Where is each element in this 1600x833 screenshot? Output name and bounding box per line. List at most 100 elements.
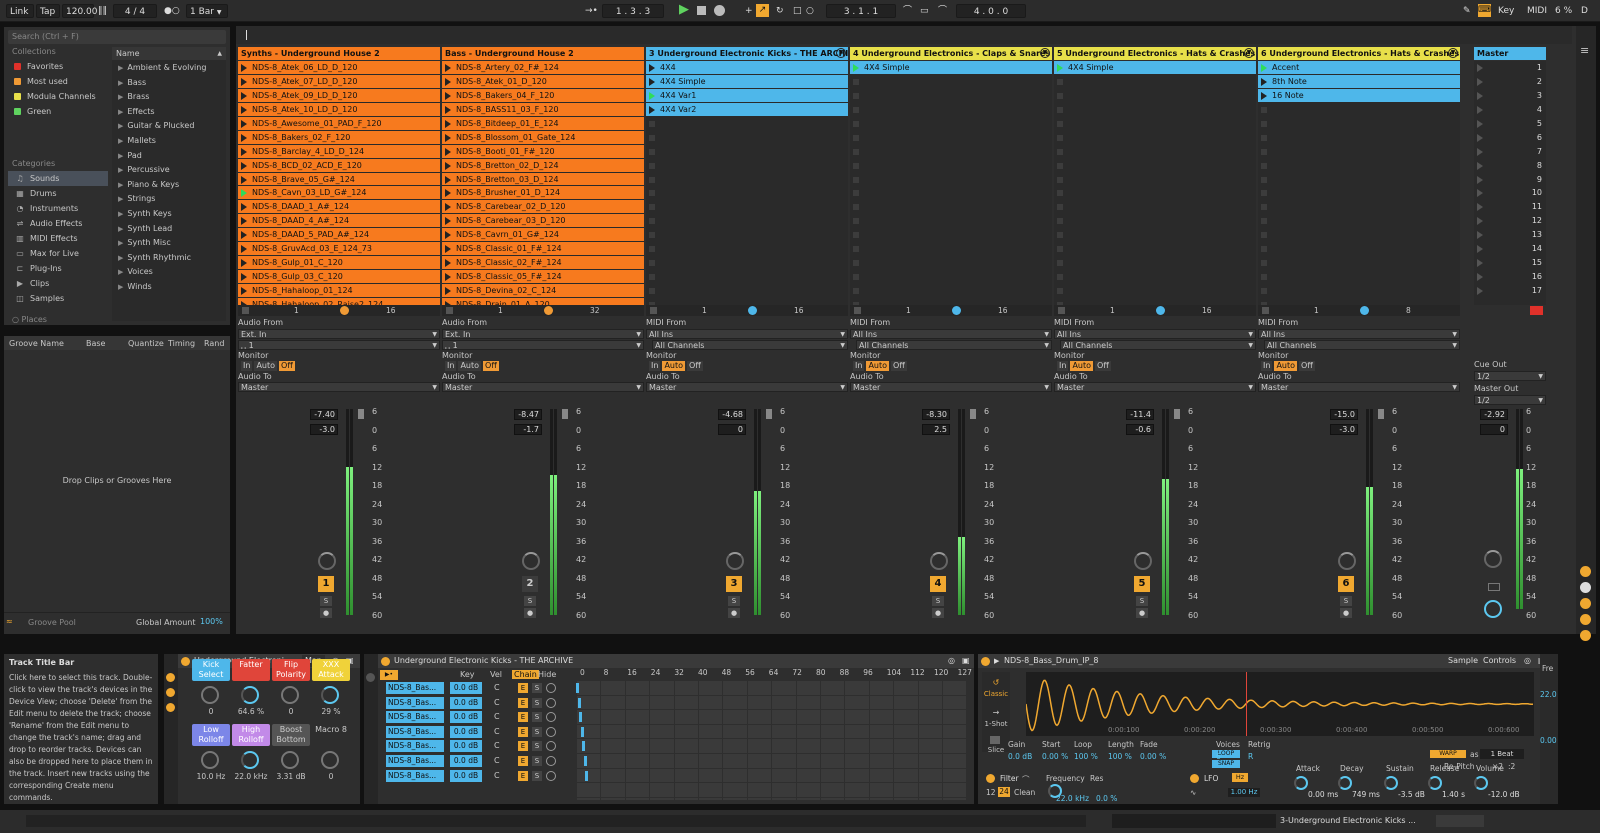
output-select[interactable]: Master ▼	[850, 382, 1052, 392]
scene-launch-icon[interactable]	[1477, 273, 1483, 282]
empty-clip-slot[interactable]	[1258, 159, 1460, 173]
scene-slot[interactable]: 12	[1474, 214, 1546, 229]
slot-stop-icon[interactable]	[853, 106, 859, 113]
drum-rack-save-icon[interactable]: ▣	[962, 654, 970, 668]
punch-in-icon[interactable]: ⌒	[900, 4, 915, 18]
empty-clip-slot[interactable]	[646, 145, 848, 159]
empty-clip-slot[interactable]	[646, 186, 848, 201]
scene-slot[interactable]: 2	[1474, 75, 1546, 89]
scene-slot[interactable]: 15	[1474, 256, 1546, 271]
chain-list-toggle-icon[interactable]: ▶•	[380, 670, 398, 680]
volume-fader-handle[interactable]	[766, 409, 772, 419]
clip-launch-icon[interactable]	[445, 245, 451, 254]
clip-slot[interactable]: NDS-8_Atek_01_D_120	[442, 74, 644, 89]
scene-slot[interactable]: 6	[1474, 131, 1546, 145]
monitor-option[interactable]: Auto	[458, 361, 482, 371]
slot-stop-icon[interactable]	[1057, 148, 1063, 155]
clip-slot[interactable]: NDS-8_BCD_02_ACD_E_120	[238, 158, 440, 173]
master-out-select[interactable]: 1/2 ▼	[1474, 395, 1546, 405]
side-freq-value[interactable]: 22.0	[1540, 690, 1557, 699]
chain-gain[interactable]: 0.0 dB	[450, 740, 482, 753]
master-solo-cue-icon[interactable]	[1488, 583, 1500, 591]
category-item[interactable]: ◔ Instruments	[8, 201, 108, 216]
chain-edit-button[interactable]: E	[518, 770, 528, 781]
half-length-button[interactable]: :2	[1508, 762, 1515, 771]
slot-stop-icon[interactable]	[1057, 134, 1063, 141]
chain-edit-button[interactable]: E	[518, 683, 528, 693]
loop-icon[interactable]: ▭	[917, 4, 932, 18]
volume-peak-value[interactable]: -3.0	[1330, 424, 1358, 435]
solo-button[interactable]: S	[320, 596, 332, 606]
input-channel-select[interactable]: ␣ 1 ▼	[238, 340, 440, 350]
chain-gain[interactable]: 0.0 dB	[450, 769, 482, 782]
clip-slot[interactable]: 4X4 Simple	[646, 74, 848, 89]
chain-power-icon[interactable]	[546, 712, 556, 723]
clip-slot[interactable]: NDS-8_Gulp_01_C_120	[238, 256, 440, 271]
drum-rack-col-key[interactable]: Key	[460, 670, 475, 679]
clip-slot[interactable]: NDS-8_Blossom_01_Gate_124	[442, 130, 644, 145]
sample-tab[interactable]: Sample	[1448, 654, 1478, 668]
chain-power-icon[interactable]	[546, 726, 556, 737]
input-channel-select[interactable]: ␣ 1 ▼	[442, 340, 644, 350]
input-channel-select[interactable]: All Channels ▼	[1264, 340, 1460, 350]
empty-clip-slot[interactable]	[1054, 200, 1256, 215]
key-map-button[interactable]: Key	[1495, 4, 1517, 18]
slot-stop-icon[interactable]	[853, 204, 859, 211]
monitor-option[interactable]: In	[1057, 361, 1069, 371]
volume-peak-value[interactable]: 0	[718, 424, 746, 435]
solo-button[interactable]: S	[1136, 596, 1148, 606]
input-type-select[interactable]: All Ins ▼	[1258, 329, 1460, 339]
arm-button[interactable]: ●	[932, 608, 944, 618]
chain-name[interactable]: NDS-8_Bas...	[386, 755, 444, 767]
chain-edit-button[interactable]: E	[518, 697, 528, 708]
clip-launch-icon[interactable]	[445, 161, 451, 170]
link-button[interactable]: Link	[6, 4, 34, 18]
clip-slot[interactable]: NDS-8_GruvAcd_03_E_124_73	[238, 242, 440, 257]
groove-name-header[interactable]: Groove Name	[9, 339, 64, 348]
simpler-preview-icon[interactable]: ▶	[994, 654, 999, 668]
scene-launch-icon[interactable]	[1477, 231, 1483, 240]
clip-slot[interactable]: NDS-8_Atek_07_LD_D_120	[238, 74, 440, 89]
slot-stop-icon[interactable]	[1261, 148, 1267, 155]
drum-rack-options-icon[interactable]: ◎	[948, 654, 955, 668]
waveform-display[interactable]: 0:00:100 0:00:200 0:00:300 0:00:400 0:00:500…	[1026, 672, 1534, 736]
pan-knob[interactable]	[1338, 552, 1356, 570]
clip-launch-icon[interactable]	[1057, 64, 1063, 72]
filter-slope-12[interactable]: 12	[986, 788, 996, 797]
slot-stop-icon[interactable]	[1261, 190, 1267, 197]
arm-button[interactable]: ●	[320, 608, 332, 618]
slot-stop-icon[interactable]	[853, 260, 859, 267]
empty-clip-slot[interactable]	[1054, 173, 1256, 187]
input-channel-select[interactable]: All Channels ▼	[856, 340, 1052, 350]
clip-slot[interactable]: NDS-8_Carebear_02_D_120	[442, 200, 644, 215]
simpler-title-bar[interactable]: ▶ NDS-8_Bass_Drum_IP_8 Sample Controls ◎…	[978, 654, 1558, 668]
chain-solo-button[interactable]: S	[532, 712, 542, 723]
empty-clip-slot[interactable]	[1258, 298, 1460, 305]
chain-power-icon[interactable]	[546, 756, 556, 766]
chain-edit-button[interactable]: E	[518, 712, 528, 723]
snap-button[interactable]: SNAP	[1212, 760, 1240, 768]
empty-clip-slot[interactable]	[850, 89, 1052, 103]
chain-solo-button[interactable]: S	[532, 726, 542, 737]
scene-slot[interactable]: 3	[1474, 89, 1546, 103]
clip-slot[interactable]: NDS-8_Bakers_04_F_120	[442, 88, 644, 103]
empty-clip-slot[interactable]	[850, 186, 1052, 201]
output-select[interactable]: Master ▼	[1258, 382, 1460, 392]
clip-slot[interactable]: Accent	[1258, 61, 1460, 75]
chain-key[interactable]: C	[494, 697, 500, 709]
clip-launch-icon[interactable]	[241, 287, 247, 295]
collection-item[interactable]: Favorites	[8, 59, 108, 74]
scene-launch-icon[interactable]	[1477, 133, 1483, 142]
browser-item[interactable]: ▶ Winds	[112, 280, 226, 295]
sample-param-value[interactable]: 0.0 dB	[1008, 752, 1032, 761]
slot-stop-icon[interactable]	[1261, 176, 1267, 183]
track-header[interactable]: 3 Underground Electronic Kicks - THE ARC…	[646, 47, 848, 60]
master-track-header[interactable]: Master	[1474, 47, 1546, 60]
output-select[interactable]: Master ▼	[442, 382, 644, 392]
chain-power-icon[interactable]	[546, 770, 556, 781]
scene-launch-icon[interactable]	[1477, 161, 1483, 170]
clip-slot[interactable]: NDS-8_Bitdeep_01_E_124	[442, 116, 644, 131]
clip-launch-icon[interactable]	[649, 64, 655, 72]
slot-stop-icon[interactable]	[649, 274, 655, 281]
track-activator-button[interactable]: 6	[1338, 576, 1354, 592]
